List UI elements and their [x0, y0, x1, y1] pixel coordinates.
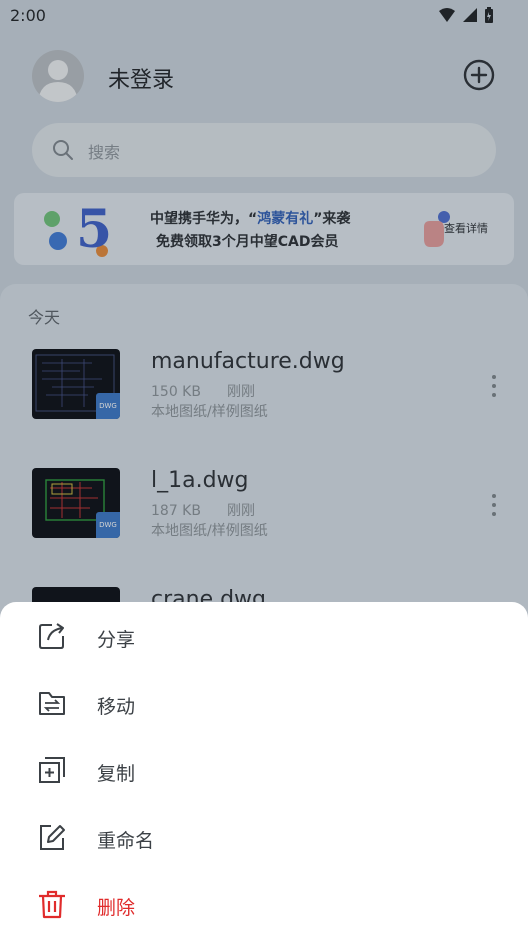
- delete-action[interactable]: 删除: [0, 872, 528, 936]
- rename-label: 重命名: [97, 830, 155, 852]
- rename-icon: [40, 825, 65, 850]
- copy-icon: [39, 757, 65, 783]
- copy-action[interactable]: 复制: [0, 738, 528, 802]
- action-sheet: 分享 移动 复制 重命名 删除: [0, 602, 528, 939]
- share-action[interactable]: 分享: [0, 604, 528, 668]
- copy-label: 复制: [97, 763, 136, 785]
- rename-action[interactable]: 重命名: [0, 805, 528, 869]
- share-icon: [39, 623, 64, 649]
- delete-label: 删除: [97, 897, 136, 919]
- move-folder-icon: [39, 692, 65, 715]
- move-label: 移动: [97, 696, 136, 718]
- move-action[interactable]: 移动: [0, 671, 528, 735]
- trash-icon: [39, 890, 65, 919]
- share-label: 分享: [97, 629, 136, 651]
